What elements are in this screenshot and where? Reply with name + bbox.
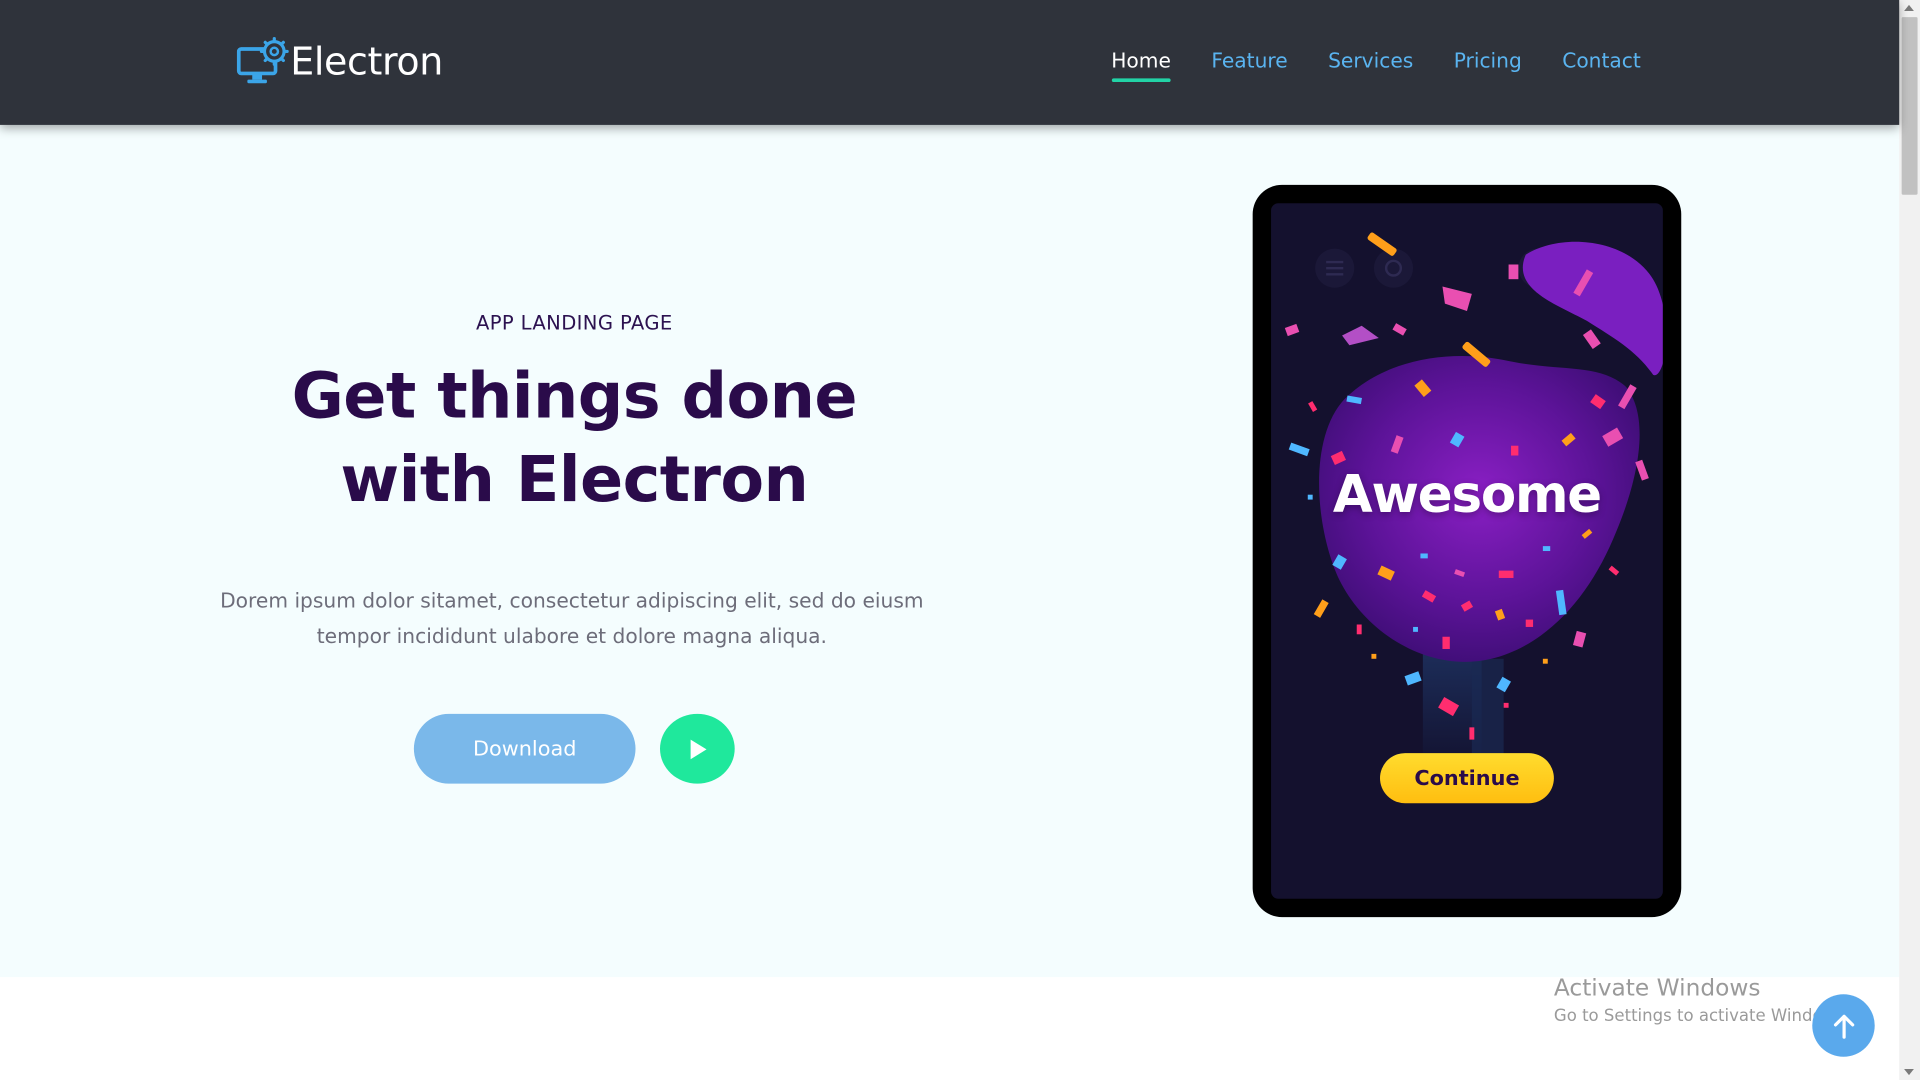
nav-item-contact[interactable]: Contact — [1562, 49, 1641, 80]
arrow-up-icon — [1833, 1014, 1854, 1039]
hero-headline-line-2: with Electron — [340, 443, 809, 517]
nav-item-services[interactable]: Services — [1328, 49, 1413, 80]
play-icon — [690, 738, 706, 759]
page: Electron Home Feature Services Pricing C… — [0, 0, 1920, 1080]
brand-name: Electron — [290, 40, 443, 85]
hero-headline-line-1: Get things done — [291, 360, 858, 434]
hero-description: Dorem ipsum dolor sitamet, consectetur a… — [184, 583, 960, 654]
scroll-up-arrow-icon[interactable] — [1904, 4, 1914, 12]
hero-eyebrow: APP LANDING PAGE — [475, 311, 673, 335]
phone-screen: Awesome Continue — [1271, 203, 1663, 899]
play-video-button[interactable] — [660, 713, 735, 784]
back-to-top-button[interactable] — [1812, 994, 1875, 1057]
nav-item-pricing[interactable]: Pricing — [1454, 49, 1522, 80]
hero-section: APP LANDING PAGE Get things done with El… — [0, 124, 1900, 978]
nav-item-feature[interactable]: Feature — [1211, 49, 1287, 80]
download-button[interactable]: Download — [413, 713, 636, 784]
hero-description-line-1: Dorem ipsum dolor sitamet, consectetur a… — [220, 588, 924, 613]
nav-item-home[interactable]: Home — [1111, 49, 1171, 83]
phone-mockup: Awesome Continue — [1252, 184, 1682, 918]
monitor-gear-icon — [236, 36, 289, 84]
continue-button[interactable]: Continue — [1380, 753, 1554, 804]
page-scrollbar[interactable] — [1899, 0, 1920, 1080]
scrollbar-thumb[interactable] — [1901, 17, 1918, 195]
hero-description-line-2: tempor incididunt ulabore et dolore magn… — [316, 624, 827, 648]
main-nav: Home Feature Services Pricing Contact — [1071, 49, 1641, 83]
hero-headline: Get things done with Electron — [0, 355, 1149, 522]
scroll-down-arrow-icon[interactable] — [1904, 1068, 1914, 1076]
brand-logo[interactable]: Electron — [236, 36, 443, 88]
navbar: Electron Home Feature Services Pricing C… — [0, 0, 1900, 125]
phone-screen-title: Awesome — [1332, 464, 1602, 525]
